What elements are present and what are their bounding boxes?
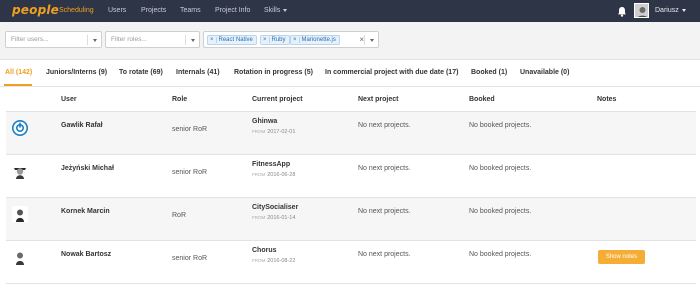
select-divider: [185, 35, 186, 45]
current-project-name[interactable]: Ghinwa: [252, 118, 277, 125]
current-project-name[interactable]: Chorus: [252, 247, 277, 254]
nav-scheduling[interactable]: Scheduling: [59, 7, 94, 14]
chevron-down-icon: [283, 8, 288, 12]
tab-juniors-interns[interactable]: Juniors/Interns (9): [46, 69, 107, 76]
filter-skills-select[interactable]: × React Native × Ruby × Marionette.js ×: [203, 31, 379, 48]
from-date: 2016-06-28: [267, 172, 296, 178]
column-header-current-project: Current project: [252, 96, 303, 103]
table-row[interactable]: Nowak Bartosz senior RoR Chorus FROM 2016…: [6, 241, 696, 284]
column-header-booked: Booked: [469, 96, 495, 103]
brand-logo[interactable]: people: [12, 3, 59, 17]
avatar-image: [635, 4, 648, 17]
skill-tag: × React Native: [207, 35, 257, 45]
avatar: [12, 249, 28, 265]
from-date: 2016-01-14: [267, 215, 296, 221]
booked-projects: No booked projects.: [469, 208, 532, 215]
avatar: [12, 120, 28, 136]
filter-roles-placeholder: Filter roles...: [111, 36, 147, 43]
select-divider: [87, 35, 88, 45]
tab-to-rotate[interactable]: To rotate (69): [119, 69, 163, 76]
user-role: RoR: [172, 212, 187, 219]
user-menu[interactable]: Dariusz: [655, 7, 686, 14]
tabs-divider: [0, 86, 700, 87]
remove-tag-icon[interactable]: ×: [293, 37, 300, 43]
column-header-user: User: [61, 96, 77, 103]
user-name[interactable]: Kornek Marcin: [61, 208, 110, 215]
user-name[interactable]: Jeżyński Michał: [61, 165, 114, 172]
nav-users[interactable]: Users: [108, 7, 126, 14]
next-project: No next projects.: [358, 251, 411, 258]
user-name[interactable]: Gawlik Rafał: [61, 122, 103, 129]
bell-icon[interactable]: [617, 6, 627, 17]
avatar: [12, 206, 28, 222]
from-label: FROM: [252, 129, 266, 134]
nav-project-info[interactable]: Project Info: [215, 7, 250, 14]
from-label: FROM: [252, 258, 266, 263]
skill-tag-label: Marionette.js: [301, 37, 336, 43]
skill-tag: × Marionette.js: [290, 35, 340, 45]
column-header-next-project: Next project: [358, 96, 399, 103]
from-date: 2016-08-22: [267, 258, 296, 264]
booked-projects: No booked projects.: [469, 251, 532, 258]
tab-all[interactable]: All (142): [5, 69, 32, 76]
next-project: No next projects.: [358, 122, 411, 129]
nav-projects[interactable]: Projects: [141, 7, 166, 14]
filter-roles-select[interactable]: Filter roles...: [105, 31, 200, 48]
chevron-down-icon: [681, 8, 686, 12]
top-navbar: people Scheduling Users Projects Teams P…: [0, 0, 700, 22]
remove-tag-icon[interactable]: ×: [263, 37, 270, 43]
current-project-name[interactable]: CitySocialiser: [252, 204, 298, 211]
user-role: senior RoR: [172, 255, 208, 262]
user-avatar[interactable]: [634, 3, 649, 18]
tab-booked[interactable]: Booked (1): [471, 69, 507, 76]
filter-bar: Filter users... Filter roles... × React N…: [0, 22, 700, 60]
from-label: FROM: [252, 215, 266, 220]
table-row[interactable]: Kornek Marcin RoR CitySocialiser FROM 201…: [6, 198, 696, 241]
nav-skills-dropdown[interactable]: Skills: [264, 7, 288, 14]
tab-commercial-due-date[interactable]: In commercial project with due date (17): [325, 69, 458, 76]
next-project: No next projects.: [358, 208, 411, 215]
column-header-notes: Notes: [597, 96, 617, 103]
user-role: senior RoR: [172, 169, 208, 176]
tab-unavailable[interactable]: Unavailable (0): [520, 69, 569, 76]
avatar: [12, 163, 28, 179]
user-name[interactable]: Nowak Bartosz: [61, 251, 111, 258]
tab-internals[interactable]: Internals (41): [176, 69, 220, 76]
select-divider: [364, 35, 365, 45]
skill-tag-label: React Native: [218, 37, 253, 43]
table-row[interactable]: Gawlik Rafał senior RoR Ghinwa FROM 2017-…: [6, 112, 696, 155]
next-project: No next projects.: [358, 165, 411, 172]
nav-skills-label: Skills: [264, 7, 281, 14]
skill-tag-label: Ruby: [271, 37, 286, 43]
nav-teams[interactable]: Teams: [180, 7, 201, 14]
show-notes-button[interactable]: Show notes: [598, 250, 645, 264]
from-date: 2017-02-01: [267, 129, 296, 135]
filter-users-placeholder: Filter users...: [11, 36, 49, 43]
user-role: senior RoR: [172, 126, 208, 133]
booked-projects: No booked projects.: [469, 165, 532, 172]
table-row[interactable]: Jeżyński Michał senior RoR FitnessApp FR…: [6, 155, 696, 198]
from-label: FROM: [252, 172, 266, 177]
current-project-from: FROM 2016-01-14: [252, 215, 295, 221]
current-project-name[interactable]: FitnessApp: [252, 161, 290, 168]
chevron-down-icon[interactable]: [191, 39, 195, 42]
remove-tag-icon[interactable]: ×: [210, 37, 217, 43]
column-header-role: Role: [172, 96, 188, 103]
current-project-from: FROM 2016-08-22: [252, 258, 295, 264]
current-project-from: FROM 2016-06-28: [252, 172, 295, 178]
chevron-down-icon[interactable]: [93, 39, 97, 42]
filter-users-select[interactable]: Filter users...: [5, 31, 102, 48]
chevron-down-icon[interactable]: [370, 39, 374, 42]
tab-rotation-in-progress[interactable]: Rotation in progress (5): [234, 69, 313, 76]
current-project-from: FROM 2017-02-01: [252, 129, 295, 135]
user-name: Dariusz: [655, 7, 679, 14]
skill-tag: × Ruby: [260, 35, 290, 45]
booked-projects: No booked projects.: [469, 122, 532, 129]
